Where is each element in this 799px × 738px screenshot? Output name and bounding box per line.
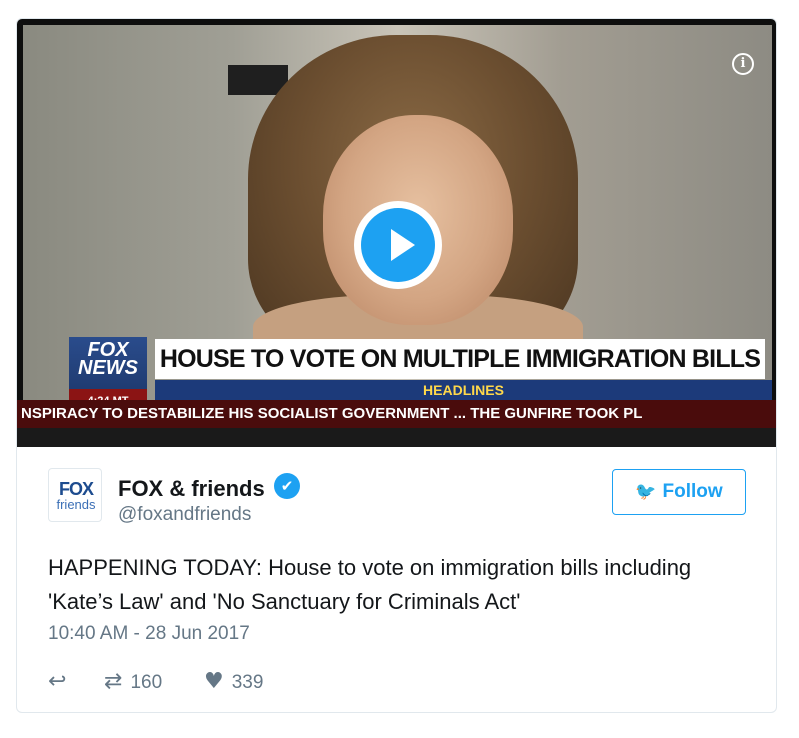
verified-icon: ✔: [274, 473, 300, 499]
like-count: 339: [231, 672, 264, 693]
play-button[interactable]: [354, 201, 442, 289]
video-bottom-strip: [17, 428, 776, 447]
tweet-text: HAPPENING TODAY: House to vote on immigr…: [48, 555, 692, 614]
retweet-count: 160: [130, 672, 163, 693]
info-icon[interactable]: i: [732, 53, 754, 75]
twitter-bird-icon: 🐦: [635, 482, 657, 502]
play-circle: [361, 208, 435, 282]
tweet-card: i FOX NEWS 4:24 MT HOUSE TO VOTE ON MULT…: [16, 18, 777, 713]
logo-line-news: NEWS: [78, 357, 138, 379]
avatar-friends-text: friends: [56, 497, 96, 512]
news-ticker: NSPIRACY TO DESTABILIZE HIS SOCIALIST GO…: [17, 400, 776, 428]
chyron-headline: HOUSE TO VOTE ON MULTIPLE IMMIGRATION BI…: [155, 339, 765, 379]
reply-button[interactable]: ↩: [48, 667, 74, 698]
heart-icon: ♥: [204, 669, 224, 694]
reply-icon: ↩: [48, 669, 67, 694]
author-handle[interactable]: @foxandfriends: [118, 504, 251, 526]
like-button[interactable]: ♥ 339: [204, 667, 263, 698]
author-name[interactable]: FOX & friends: [118, 476, 265, 502]
video-player[interactable]: i FOX NEWS 4:24 MT HOUSE TO VOTE ON MULT…: [17, 19, 776, 447]
play-icon: [391, 229, 415, 261]
follow-button[interactable]: 🐦 Follow: [612, 469, 746, 515]
avatar[interactable]: FOX friends: [48, 468, 102, 522]
avatar-fox-text: FOX: [58, 479, 94, 499]
tweet-timestamp[interactable]: 10:40 AM - 28 Jun 2017: [48, 623, 250, 645]
retweet-icon: ⇄: [104, 669, 123, 694]
retweet-button[interactable]: ⇄ 160: [104, 667, 162, 698]
chyron-section: HEADLINES: [155, 380, 772, 400]
follow-label: Follow: [662, 481, 723, 502]
